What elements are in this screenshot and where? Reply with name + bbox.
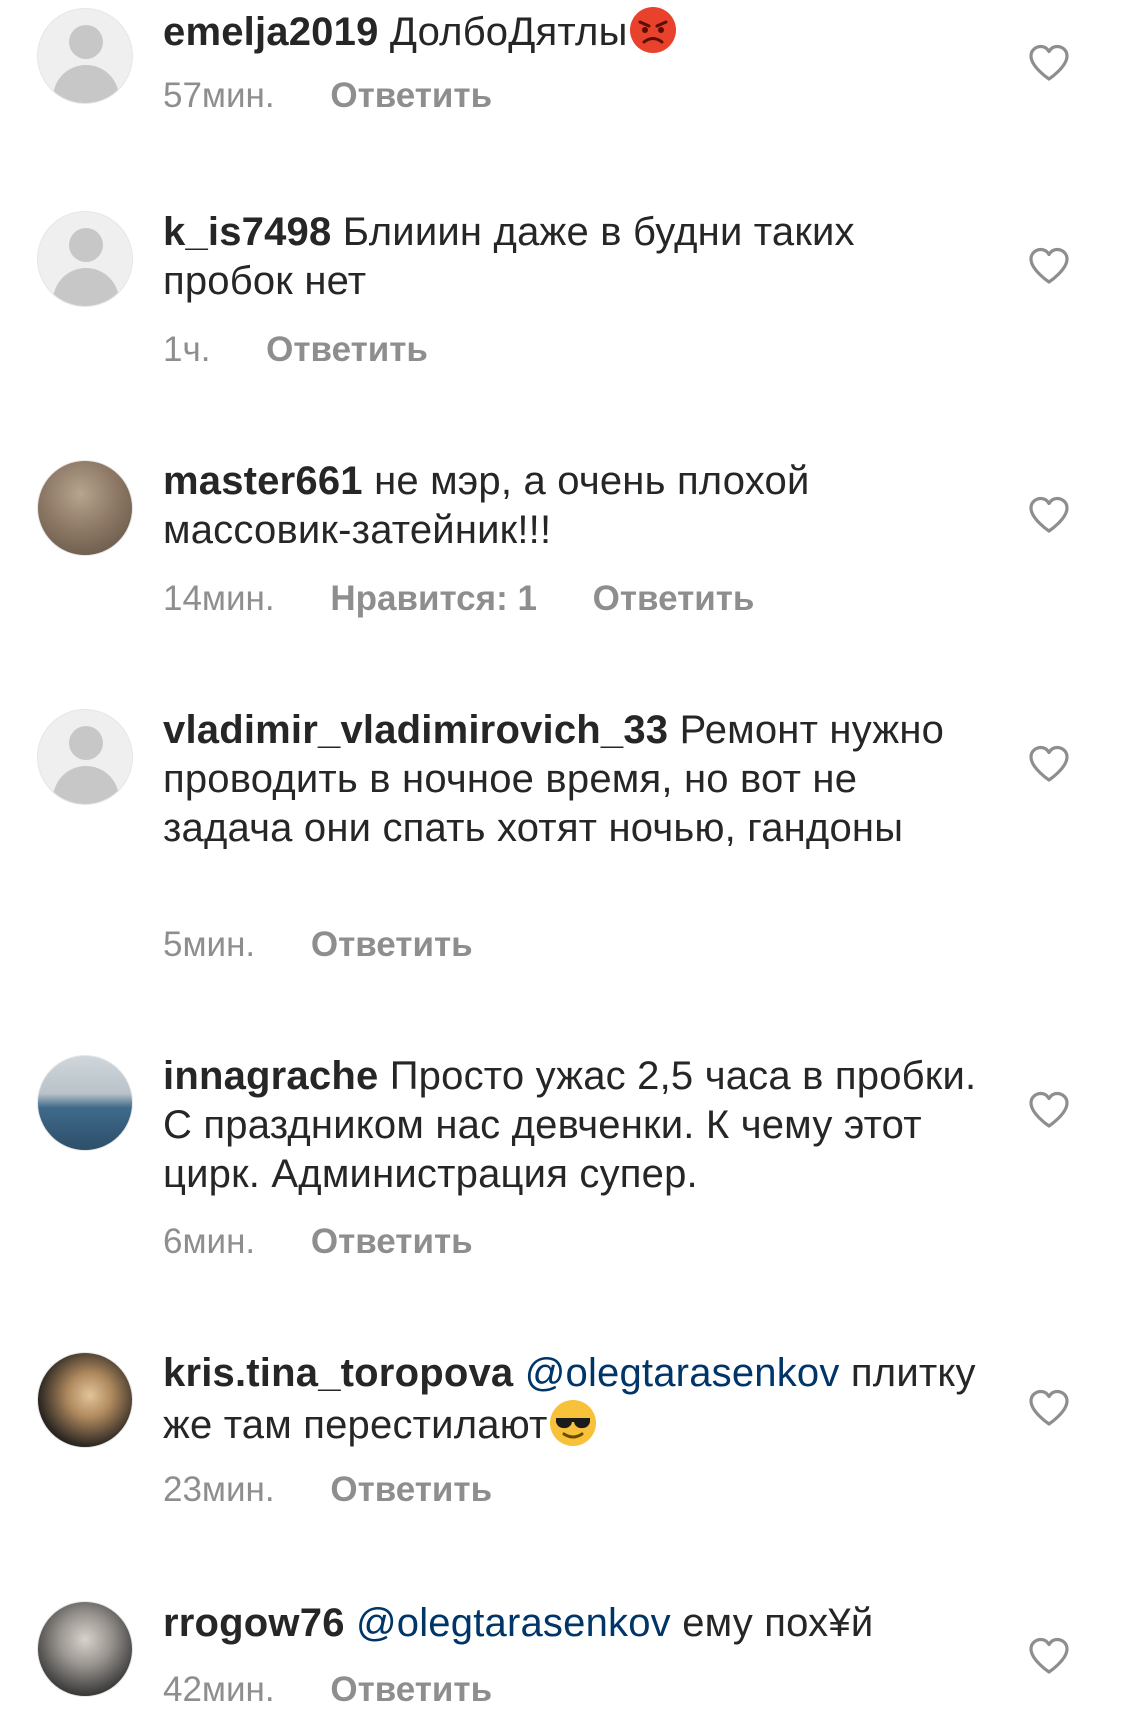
- comment-meta: 42мин. Ответить: [163, 1670, 492, 1710]
- avatar[interactable]: [37, 211, 133, 307]
- comment-time: 6мин.: [163, 1222, 256, 1261]
- reply-button[interactable]: Ответить: [266, 330, 428, 369]
- comment-time: 42мин.: [163, 1670, 275, 1709]
- comment-username[interactable]: k_is7498: [163, 210, 331, 254]
- reply-button[interactable]: Ответить: [593, 579, 755, 618]
- like-heart-icon[interactable]: [1028, 247, 1070, 285]
- comment-mention-link[interactable]: @olegtarasenkov: [525, 1351, 840, 1395]
- like-heart-icon[interactable]: [1028, 1637, 1070, 1675]
- reply-button[interactable]: Ответить: [330, 76, 492, 115]
- reply-button[interactable]: Ответить: [330, 1670, 492, 1709]
- avatar[interactable]: [37, 460, 133, 556]
- like-heart-icon[interactable]: [1028, 44, 1070, 82]
- comment-username[interactable]: master661: [163, 459, 363, 503]
- like-heart-icon[interactable]: [1028, 1091, 1070, 1129]
- comment-meta: 23мин. Ответить: [163, 1470, 492, 1510]
- comment-text: master661 не мэр, а очень плохой массови…: [163, 457, 993, 555]
- comment-time: 14мин.: [163, 579, 275, 618]
- comment-username[interactable]: innagrache: [163, 1054, 378, 1098]
- comment-body: ему пох¥й: [682, 1601, 874, 1645]
- sunglasses-face-icon: [549, 1400, 596, 1446]
- angry-face-icon: [629, 7, 676, 53]
- likes-count-button[interactable]: Нравится: 1: [330, 579, 537, 618]
- comment-username[interactable]: emelja2019: [163, 10, 379, 54]
- reply-button[interactable]: Ответить: [311, 1222, 473, 1261]
- comment-text: kris.tina_toropova @olegtarasenkov плитк…: [163, 1349, 993, 1450]
- reply-button[interactable]: Ответить: [311, 925, 473, 964]
- comment-time: 23мин.: [163, 1470, 275, 1509]
- reply-button[interactable]: Ответить: [330, 1470, 492, 1509]
- comment-username[interactable]: rrogow76: [163, 1601, 345, 1645]
- comment-text: rrogow76 @olegtarasenkov ему пох¥й: [163, 1599, 993, 1648]
- comment-text: vladimir_vladimirovich_33 Ремонт нужно п…: [163, 706, 993, 853]
- comment-text: innagrache Просто ужас 2,5 часа в пробки…: [163, 1052, 993, 1199]
- avatar[interactable]: [37, 1352, 133, 1448]
- avatar[interactable]: [37, 709, 133, 805]
- like-heart-icon[interactable]: [1028, 496, 1070, 534]
- comment-username[interactable]: vladimir_vladimirovich_33: [163, 708, 668, 752]
- avatar[interactable]: [37, 1601, 133, 1697]
- comment-username[interactable]: kris.tina_toropova: [163, 1351, 513, 1395]
- comment-meta: 5мин. Ответить: [163, 925, 473, 965]
- comment-meta: 57мин. Ответить: [163, 76, 492, 116]
- comment-mention-link[interactable]: @olegtarasenkov: [356, 1601, 671, 1645]
- comment-time: 5мин.: [163, 925, 256, 964]
- comment-text: emelja2019 ДолбоДятлы: [163, 5, 993, 57]
- comment-text: k_is7498 Блииин даже в будни таких пробо…: [163, 208, 993, 306]
- comment-time: 57мин.: [163, 76, 275, 115]
- avatar[interactable]: [37, 8, 133, 104]
- comment-meta: 6мин. Ответить: [163, 1222, 473, 1262]
- comment-meta: 1ч. Ответить: [163, 330, 428, 370]
- comment-meta: 14мин. Нравится: 1 Ответить: [163, 579, 754, 619]
- like-heart-icon[interactable]: [1028, 745, 1070, 783]
- comment-time: 1ч.: [163, 330, 211, 369]
- comment-body: ДолбоДятлы: [389, 10, 628, 54]
- avatar[interactable]: [37, 1055, 133, 1151]
- like-heart-icon[interactable]: [1028, 1389, 1070, 1427]
